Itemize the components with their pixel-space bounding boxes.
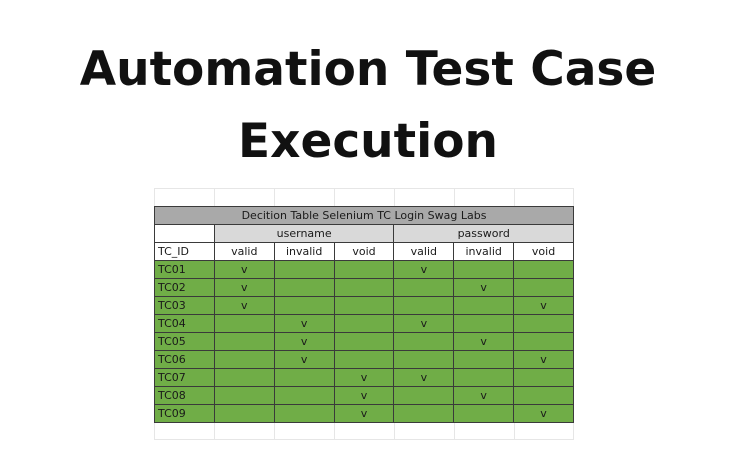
condition-cell [213, 386, 275, 405]
header-cell: valid [213, 242, 275, 261]
title-line-2: Execution [238, 114, 498, 169]
condition-cell [513, 260, 574, 279]
condition-cell: v [513, 350, 574, 369]
condition-cell [333, 278, 395, 297]
condition-cell: v [453, 278, 515, 297]
header-cell: invalid [273, 242, 335, 261]
condition-cell [453, 314, 515, 333]
condition-cell [453, 368, 515, 387]
condition-cell [213, 332, 275, 351]
condition-cell: v [213, 296, 275, 315]
condition-cell [333, 332, 395, 351]
gridline [154, 439, 574, 440]
table-row: TC03 v v [154, 296, 574, 315]
condition-cell: v [513, 296, 574, 315]
condition-cell [453, 404, 515, 423]
table-caption-row: Decition Table Selenium TC Login Swag La… [154, 206, 574, 225]
condition-cell: v [273, 332, 335, 351]
test-case-id-cell: TC08 [154, 386, 215, 405]
test-case-id-cell: TC03 [154, 296, 215, 315]
decision-table: Decition Table Selenium TC Login Swag La… [154, 206, 574, 423]
condition-cell [453, 350, 515, 369]
gridline [154, 188, 574, 189]
header-cell: TC_ID [154, 242, 215, 261]
condition-cell [273, 386, 335, 405]
test-case-id-cell: TC02 [154, 278, 215, 297]
header-cell: void [513, 242, 574, 261]
condition-cell [393, 350, 455, 369]
condition-cell: v [273, 350, 335, 369]
condition-cell [333, 314, 395, 333]
condition-cell [273, 296, 335, 315]
condition-cell [513, 386, 574, 405]
condition-cell [273, 278, 335, 297]
condition-cell: v [273, 314, 335, 333]
table-row: TC08 v v [154, 386, 574, 405]
table-row: TC06 v v [154, 350, 574, 369]
test-case-id-cell: TC09 [154, 404, 215, 423]
condition-cell [333, 350, 395, 369]
condition-cell [213, 368, 275, 387]
test-case-id-cell: TC05 [154, 332, 215, 351]
group-password: password [393, 224, 574, 243]
condition-cell [273, 368, 335, 387]
test-case-id-cell: TC04 [154, 314, 215, 333]
condition-cell: v [333, 386, 395, 405]
table-row: TC05 v v [154, 332, 574, 351]
table-caption: Decition Table Selenium TC Login Swag La… [154, 206, 574, 225]
title-line-1: Automation Test Case [79, 42, 657, 97]
condition-cell [393, 404, 455, 423]
test-case-id-cell: TC07 [154, 368, 215, 387]
header-cell: void [333, 242, 395, 261]
condition-cell [513, 332, 574, 351]
table-row: TC02 v v [154, 278, 574, 297]
condition-cell [333, 296, 395, 315]
condition-cell: v [453, 332, 515, 351]
condition-cell [273, 404, 335, 423]
condition-cell: v [393, 260, 455, 279]
condition-cell: v [393, 314, 455, 333]
condition-cell: v [453, 386, 515, 405]
table-row: TC04 v v [154, 314, 574, 333]
condition-cell: v [333, 404, 395, 423]
condition-cell [333, 260, 395, 279]
table-row: TC01 v v [154, 260, 574, 279]
test-case-id-cell: TC06 [154, 350, 215, 369]
group-blank-cell [154, 224, 215, 243]
condition-cell [393, 296, 455, 315]
spreadsheet-area: Decition Table Selenium TC Login Swag La… [154, 188, 574, 440]
condition-cell [393, 332, 455, 351]
test-case-id-cell: TC01 [154, 260, 215, 279]
page-title: Automation Test Case Execution [0, 34, 736, 178]
condition-cell [513, 314, 574, 333]
condition-cell [453, 260, 515, 279]
condition-cell [213, 404, 275, 423]
condition-cell [513, 368, 574, 387]
group-username: username [213, 224, 395, 243]
table-header-row: TC_ID valid invalid void valid invalid v… [154, 242, 574, 261]
table-row: TC07 v v [154, 368, 574, 387]
condition-cell [213, 314, 275, 333]
condition-cell [393, 386, 455, 405]
table-group-row: username password [154, 224, 574, 243]
condition-cell [453, 296, 515, 315]
header-cell: invalid [453, 242, 515, 261]
condition-cell: v [393, 368, 455, 387]
condition-cell: v [513, 404, 574, 423]
table-row: TC09 v v [154, 404, 574, 423]
condition-cell [213, 350, 275, 369]
condition-cell [273, 260, 335, 279]
header-cell: valid [393, 242, 455, 261]
condition-cell: v [213, 278, 275, 297]
condition-cell: v [213, 260, 275, 279]
condition-cell [513, 278, 574, 297]
condition-cell: v [333, 368, 395, 387]
condition-cell [393, 278, 455, 297]
